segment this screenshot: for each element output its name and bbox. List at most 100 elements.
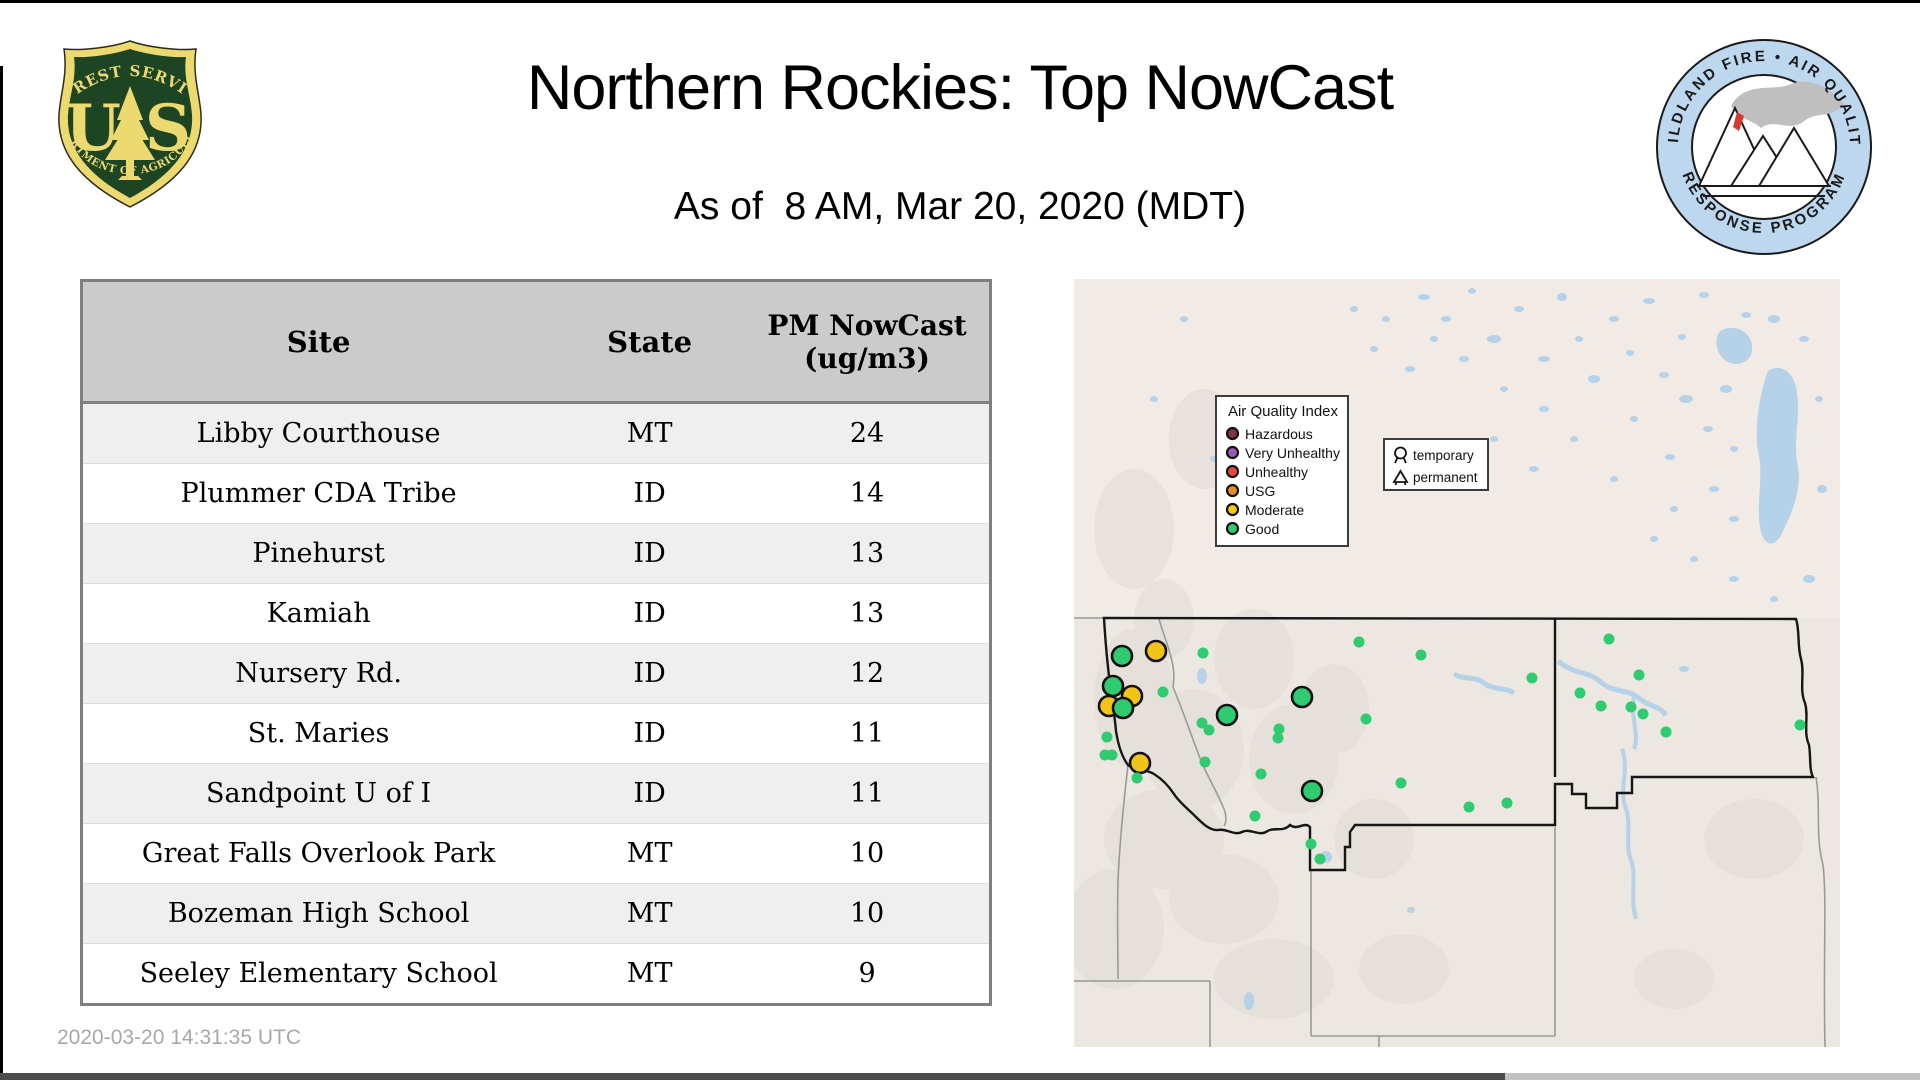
table-row: Kamiah ID 13 (81, 583, 991, 644)
column-header-state: State (554, 280, 746, 404)
monitor-dot[interactable] (1131, 772, 1143, 784)
table-row: Nursery Rd. ID 12 (81, 643, 991, 704)
aqi-color-dot-icon (1225, 502, 1240, 517)
monitor-dot[interactable] (1272, 732, 1284, 744)
cell-state: MT (554, 402, 746, 464)
cell-site: Bozeman High School (81, 883, 555, 944)
aqi-legend-label: USG (1245, 482, 1276, 499)
aqi-color-dot-icon (1225, 426, 1240, 441)
aqi-legend-item: Unhealthy (1225, 462, 1341, 481)
monitor-dot[interactable] (1300, 779, 1324, 803)
monitor-dot[interactable] (1526, 672, 1538, 684)
aqi-legend-item: USG (1225, 481, 1341, 500)
monitor-dot[interactable] (1215, 703, 1239, 727)
monitor-dot[interactable] (1637, 708, 1649, 720)
window-frame-bottom-right (1505, 1073, 1920, 1080)
aqi-legend: Air Quality Index Hazardous Very Unhealt… (1215, 395, 1349, 547)
aqi-legend-item: Good (1225, 519, 1341, 538)
cell-state: ID (554, 523, 746, 584)
cell-site: Sandpoint U of I (81, 763, 555, 824)
cell-state: ID (554, 643, 746, 704)
monitor-dot[interactable] (1305, 838, 1317, 850)
cell-site: Seeley Elementary School (81, 943, 555, 1005)
monitor-dot[interactable] (1603, 633, 1615, 645)
monitor-dot[interactable] (1144, 639, 1168, 663)
monitor-dot[interactable] (1360, 713, 1372, 725)
cell-state: MT (554, 823, 746, 884)
column-header-site: Site (81, 280, 555, 404)
monitor-dot[interactable] (1249, 810, 1261, 822)
cell-pm-value: 24 (745, 402, 991, 464)
monitor-dot[interactable] (1111, 696, 1135, 720)
cell-site: Nursery Rd. (81, 643, 555, 704)
monitor-dot[interactable] (1106, 749, 1118, 761)
table-row: Bozeman High School MT 10 (81, 883, 991, 944)
temporary-monitor-label: temporary (1413, 447, 1474, 463)
cell-pm-value: 10 (745, 883, 991, 944)
monitor-type-legend: temporary permanent (1383, 438, 1489, 491)
aqi-color-dot-icon (1225, 521, 1240, 536)
air-quality-map[interactable]: Air Quality Index Hazardous Very Unhealt… (1074, 279, 1840, 1047)
aqi-legend-item: Very Unhealthy (1225, 443, 1341, 462)
cell-state: ID (554, 763, 746, 824)
monitor-dot[interactable] (1353, 636, 1365, 648)
cell-site: St. Maries (81, 703, 555, 764)
monitor-dot[interactable] (1197, 647, 1209, 659)
monitor-dot[interactable] (1101, 731, 1113, 743)
monitor-dot[interactable] (1501, 797, 1513, 809)
aqi-legend-label: Hazardous (1245, 425, 1313, 442)
monitor-dot[interactable] (1199, 756, 1211, 768)
monitor-dot[interactable] (1574, 687, 1586, 699)
monitor-dot[interactable] (1314, 853, 1326, 865)
cell-pm-value: 12 (745, 643, 991, 704)
aqi-legend-item: Moderate (1225, 500, 1341, 519)
monitor-dot[interactable] (1595, 700, 1607, 712)
cell-pm-value: 9 (745, 943, 991, 1005)
monitor-dot[interactable] (1255, 768, 1267, 780)
monitor-dot[interactable] (1633, 669, 1645, 681)
window-frame-bottom (0, 1073, 1505, 1080)
temporary-monitor-row: temporary (1392, 444, 1483, 466)
monitor-dot[interactable] (1128, 751, 1152, 775)
table-row: Sandpoint U of I ID 11 (81, 763, 991, 824)
cell-state: MT (554, 883, 746, 944)
cell-site: Great Falls Overlook Park (81, 823, 555, 884)
monitor-dot[interactable] (1110, 644, 1134, 668)
cell-pm-value: 13 (745, 523, 991, 584)
aqi-color-dot-icon (1225, 483, 1240, 498)
aqi-legend-label: Unhealthy (1245, 463, 1309, 480)
aqi-legend-title: Air Quality Index (1227, 403, 1339, 420)
window-frame-top (0, 0, 1920, 3)
table-row: Pinehurst ID 13 (81, 523, 991, 584)
generation-timestamp: 2020-03-20 14:31:35 UTC (57, 1026, 301, 1049)
cell-site: Kamiah (81, 583, 555, 644)
table-header-row: Site State PM NowCast (ug/m3) (81, 280, 991, 404)
table-row: Plummer CDA Tribe ID 14 (81, 463, 991, 524)
table-row: St. Maries ID 11 (81, 703, 991, 764)
monitor-dot[interactable] (1660, 726, 1672, 738)
monitor-dot[interactable] (1157, 686, 1169, 698)
permanent-monitor-icon (1392, 468, 1409, 485)
monitor-dot[interactable] (1415, 649, 1427, 661)
cell-site: Libby Courthouse (81, 402, 555, 464)
monitor-dot[interactable] (1290, 685, 1314, 709)
cell-site: Pinehurst (81, 523, 555, 584)
page-title: Northern Rockies: Top NowCast (526, 53, 1394, 123)
monitor-dot[interactable] (1625, 701, 1637, 713)
cell-pm-value: 14 (745, 463, 991, 524)
monitor-dot[interactable] (1395, 777, 1407, 789)
aqi-legend-label: Moderate (1245, 501, 1305, 518)
nowcast-table: Site State PM NowCast (ug/m3) Libby Cour… (80, 279, 992, 1006)
monitor-dot[interactable] (1203, 724, 1215, 736)
monitor-dot[interactable] (1463, 801, 1475, 813)
column-header-pm-nowcast: PM NowCast (ug/m3) (745, 280, 991, 404)
monitor-dot[interactable] (1101, 674, 1125, 698)
page-subtitle: As of 8 AM, Mar 20, 2020 (MDT) (673, 185, 1247, 228)
aqi-legend-item: Hazardous (1225, 424, 1341, 443)
cell-state: MT (554, 943, 746, 1005)
table-row: Seeley Elementary School MT 9 (81, 943, 991, 1005)
monitor-dot[interactable] (1794, 719, 1806, 731)
cell-state: ID (554, 583, 746, 644)
table-row: Libby Courthouse MT 24 (81, 402, 991, 464)
cell-state: ID (554, 463, 746, 524)
